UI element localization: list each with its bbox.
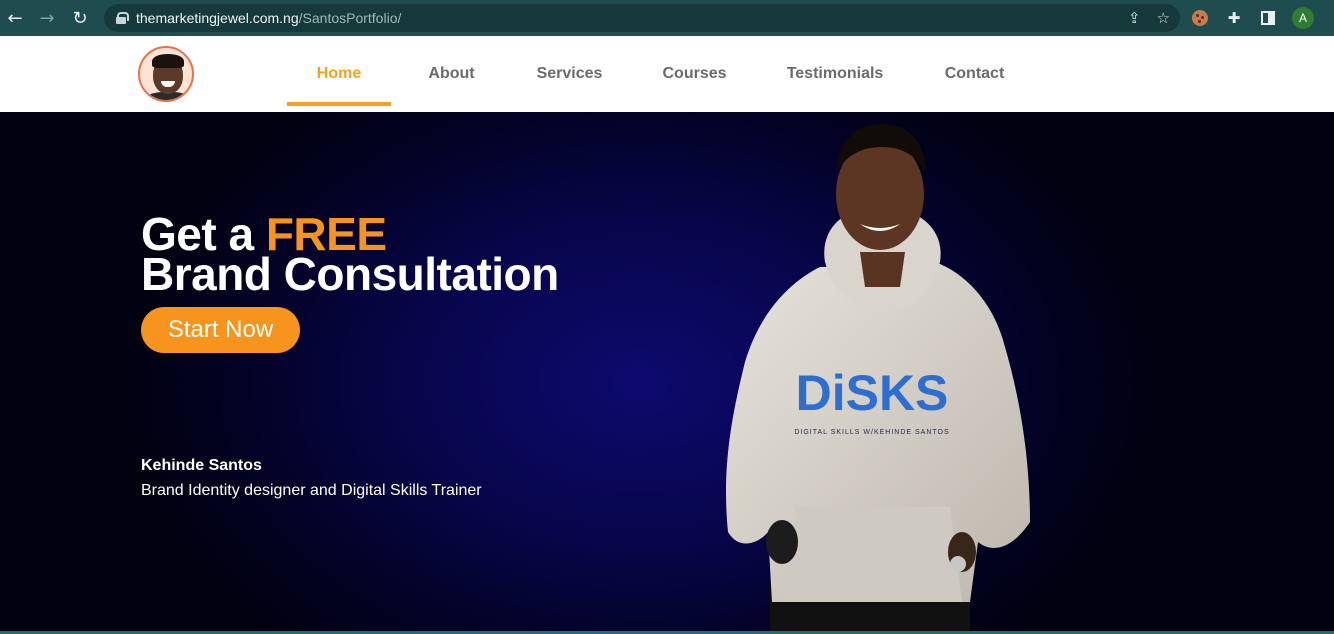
url-host: themarketingjewel.com.ng xyxy=(136,10,299,26)
nav-item-services[interactable]: Services xyxy=(512,36,627,112)
cookie-extension-icon[interactable] xyxy=(1190,8,1210,28)
forward-arrow-icon[interactable]: → xyxy=(32,0,62,36)
start-now-button[interactable]: Start Now xyxy=(141,307,300,353)
share-icon[interactable]: ⇪ xyxy=(1128,9,1141,27)
back-arrow-icon[interactable]: ← xyxy=(0,0,30,36)
side-panel-icon[interactable] xyxy=(1258,8,1278,28)
reload-icon[interactable]: ↻ xyxy=(65,0,95,36)
nav-item-courses[interactable]: Courses xyxy=(627,36,762,112)
logo-avatar[interactable] xyxy=(138,46,194,102)
hero-portrait-photo: DiSKS DIGITAL SKILLS W/KEHINDE SANTOS xyxy=(725,124,1030,634)
nav-item-about[interactable]: About xyxy=(391,36,512,112)
person-role: Brand Identity designer and Digital Skil… xyxy=(141,482,482,499)
site-header: Home About Services Courses Testimonials… xyxy=(0,36,1334,112)
hero-title-line2: Brand Consultation xyxy=(141,248,559,300)
nav-item-home[interactable]: Home xyxy=(287,36,391,112)
browser-toolbar: ← → ↻ themarketingjewel.com.ng/SantosPor… xyxy=(0,0,1334,36)
nav-item-testimonials[interactable]: Testimonials xyxy=(762,36,908,112)
address-bar[interactable]: themarketingjewel.com.ng/SantosPortfolio… xyxy=(104,4,1180,32)
hoodie-logo-text: DiSKS xyxy=(796,365,949,421)
menu-kebab-icon[interactable]: ⋮ xyxy=(1328,8,1334,28)
lock-icon[interactable] xyxy=(116,12,129,24)
hero-section: Get a FREE Brand Consultation Start Now … xyxy=(0,112,1334,634)
nav-item-contact[interactable]: Contact xyxy=(908,36,1041,112)
person-name: Kehinde Santos xyxy=(141,457,262,474)
puzzle-extension-icon[interactable]: ✚ xyxy=(1224,8,1244,28)
hero-title: Get a FREE Brand Consultation xyxy=(141,211,559,297)
hoodie-tagline-text: DIGITAL SKILLS W/KEHINDE SANTOS xyxy=(794,429,949,436)
star-icon[interactable]: ☆ xyxy=(1157,9,1170,27)
url-path: /SantosPortfolio/ xyxy=(298,10,402,26)
profile-avatar[interactable]: A xyxy=(1292,7,1314,29)
main-nav: Home About Services Courses Testimonials… xyxy=(287,36,1041,112)
